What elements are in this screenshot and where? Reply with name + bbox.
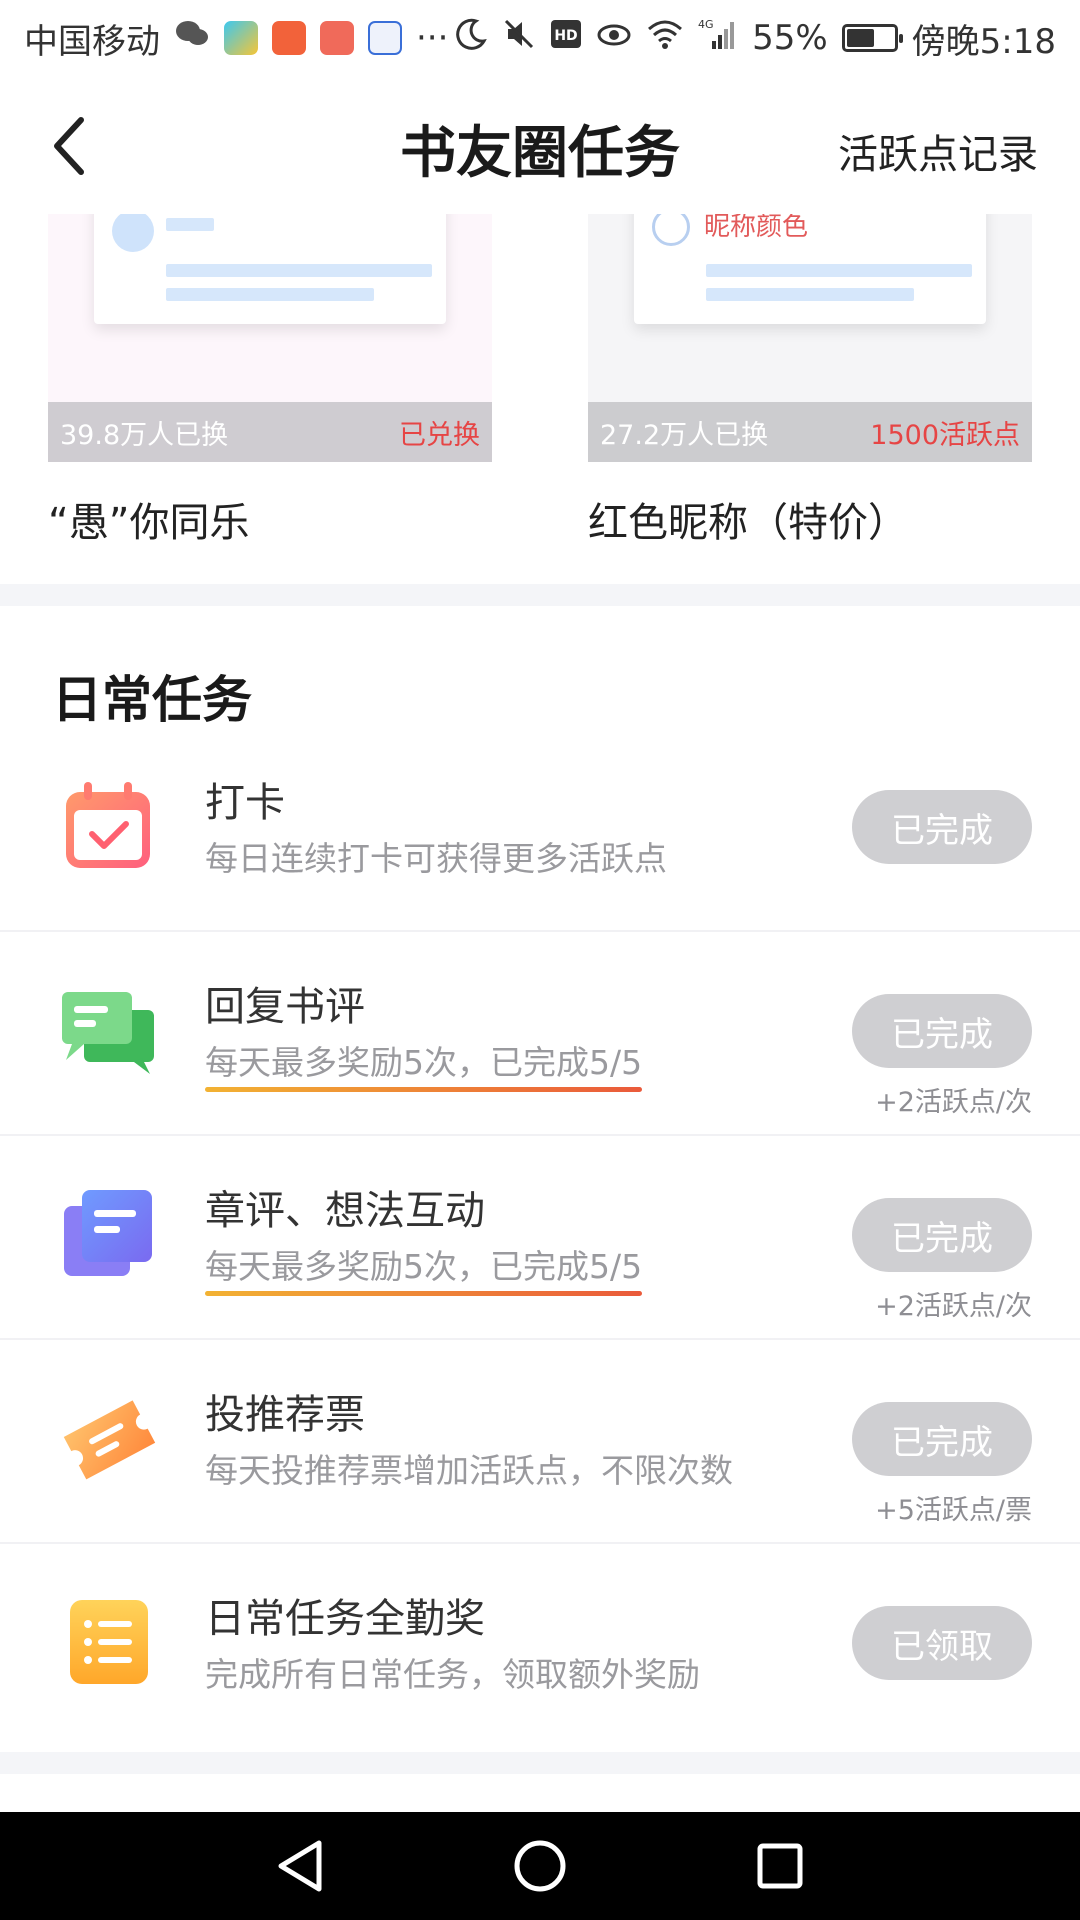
- circle-home-icon: [514, 1840, 566, 1892]
- carrier-label: 中国移动: [24, 21, 160, 62]
- reward-card-fools[interactable]: 39.8万人已换 已兑换 “愚”你同乐: [48, 214, 492, 548]
- document-stack-icon: [60, 1186, 158, 1284]
- task-full-attendance: 日常任务全勤奖 完成所有日常任务，领取额外奖励 已领取: [0, 1544, 1080, 1748]
- task-title: 投推荐票: [205, 1392, 365, 1438]
- reward-info-bar: 39.8万人已换 已兑换: [48, 402, 492, 462]
- header: 书友圈任务 活跃点记录: [0, 76, 1080, 214]
- nickname-color-label: 昵称颜色: [704, 214, 809, 242]
- task-checkin: 打卡 每日连续打卡可获得更多活跃点 已完成: [0, 728, 1080, 932]
- baidu-app-icon: [368, 21, 402, 55]
- task-description: 完成所有日常任务，领取额外奖励: [205, 1655, 700, 1694]
- reward-name: “愚”你同乐: [48, 500, 250, 546]
- more-notifications: ···: [416, 18, 449, 58]
- exchange-count: 27.2万人已换: [600, 419, 769, 451]
- task-chapter-comment: 章评、想法互动 每天最多奖励5次，已完成5/5 已完成 +2活跃点/次: [0, 1136, 1080, 1340]
- ticket-icon: [60, 1390, 158, 1488]
- exchange-status: 已兑换: [399, 419, 480, 451]
- calendar-check-icon: [60, 778, 158, 876]
- user-icon: [652, 214, 690, 246]
- exchange-price: 1500活跃点: [870, 419, 1020, 451]
- mute-icon: [502, 17, 536, 60]
- list-icon: [60, 1594, 158, 1692]
- task-progress-description: 每天最多奖励5次，已完成5/5: [205, 1036, 643, 1092]
- task-reply-review: 回复书评 每天最多奖励5次，已完成5/5 已完成 +2活跃点/次: [0, 932, 1080, 1136]
- music-app-icon: [320, 21, 354, 55]
- clock: 傍晚5:18: [911, 21, 1056, 62]
- reward-card-red-nickname[interactable]: 昵称颜色 27.2万人已换 1500活跃点 红色昵称（特价）: [588, 214, 1032, 548]
- task-status-button[interactable]: 已完成: [852, 1198, 1032, 1272]
- video-app-icon: [224, 21, 258, 55]
- reward-cards: 39.8万人已换 已兑换 “愚”你同乐 昵称颜色 27.2万人已换 1500活跃…: [0, 214, 1080, 584]
- task-title: 打卡: [205, 780, 285, 826]
- svg-text:HD: HD: [554, 28, 577, 44]
- hd-icon: HD: [550, 18, 582, 58]
- task-progress-description: 每天最多奖励5次，已完成5/5: [205, 1240, 643, 1296]
- nav-home-button[interactable]: [510, 1836, 570, 1896]
- exchange-count: 39.8万人已换: [60, 419, 229, 451]
- moon-icon: [454, 17, 488, 60]
- system-nav-bar: [0, 1812, 1080, 1920]
- section-divider: [0, 584, 1080, 606]
- activity-record-link[interactable]: 活跃点记录: [838, 122, 1038, 180]
- signal-icon: 4G: [698, 17, 738, 60]
- task-status-button[interactable]: 已领取: [852, 1606, 1032, 1680]
- reward-preview-image: 昵称颜色 27.2万人已换 1500活跃点: [588, 214, 1032, 462]
- nav-recents-button[interactable]: [750, 1836, 810, 1896]
- task-reward-label: +5活跃点/票: [875, 1495, 1032, 1526]
- triangle-back-icon: [278, 1840, 322, 1892]
- task-title: 章评、想法互动: [205, 1188, 485, 1234]
- task-reward-label: +2活跃点/次: [875, 1291, 1032, 1322]
- chat-bubbles-icon: [60, 982, 158, 1080]
- listen-app-icon: [272, 21, 306, 55]
- task-title: 回复书评: [205, 984, 365, 1030]
- svg-text:4G: 4G: [698, 18, 714, 31]
- task-status-button[interactable]: 已完成: [852, 1402, 1032, 1476]
- task-description: 每天投推荐票增加活跃点，不限次数: [205, 1451, 733, 1490]
- task-reward-label: +2活跃点/次: [875, 1087, 1032, 1118]
- task-title: 日常任务全勤奖: [205, 1596, 485, 1642]
- task-status-button[interactable]: 已完成: [852, 790, 1032, 864]
- reward-preview-image: 39.8万人已换 已兑换: [48, 214, 492, 462]
- task-description: 每日连续打卡可获得更多活跃点: [205, 839, 667, 878]
- wechat-icon: [174, 18, 210, 59]
- nav-back-button[interactable]: [270, 1836, 330, 1896]
- eye-icon: [596, 18, 632, 58]
- section-divider: [0, 1752, 1080, 1774]
- daily-tasks-title: 日常任务: [52, 670, 252, 729]
- square-recents-icon: [757, 1843, 803, 1889]
- reward-name: 红色昵称（特价）: [588, 500, 908, 546]
- reward-info-bar: 27.2万人已换 1500活跃点: [588, 402, 1032, 462]
- task-status-button[interactable]: 已完成: [852, 994, 1032, 1068]
- wifi-icon: [646, 18, 684, 59]
- status-bar: 中国移动 ··· HD 4G 55% 傍晚5:18: [0, 0, 1080, 76]
- task-recommend-ticket: 投推荐票 每天投推荐票增加活跃点，不限次数 已完成 +5活跃点/票: [0, 1340, 1080, 1544]
- battery-percent: 55%: [752, 18, 828, 58]
- battery-icon: [841, 24, 903, 52]
